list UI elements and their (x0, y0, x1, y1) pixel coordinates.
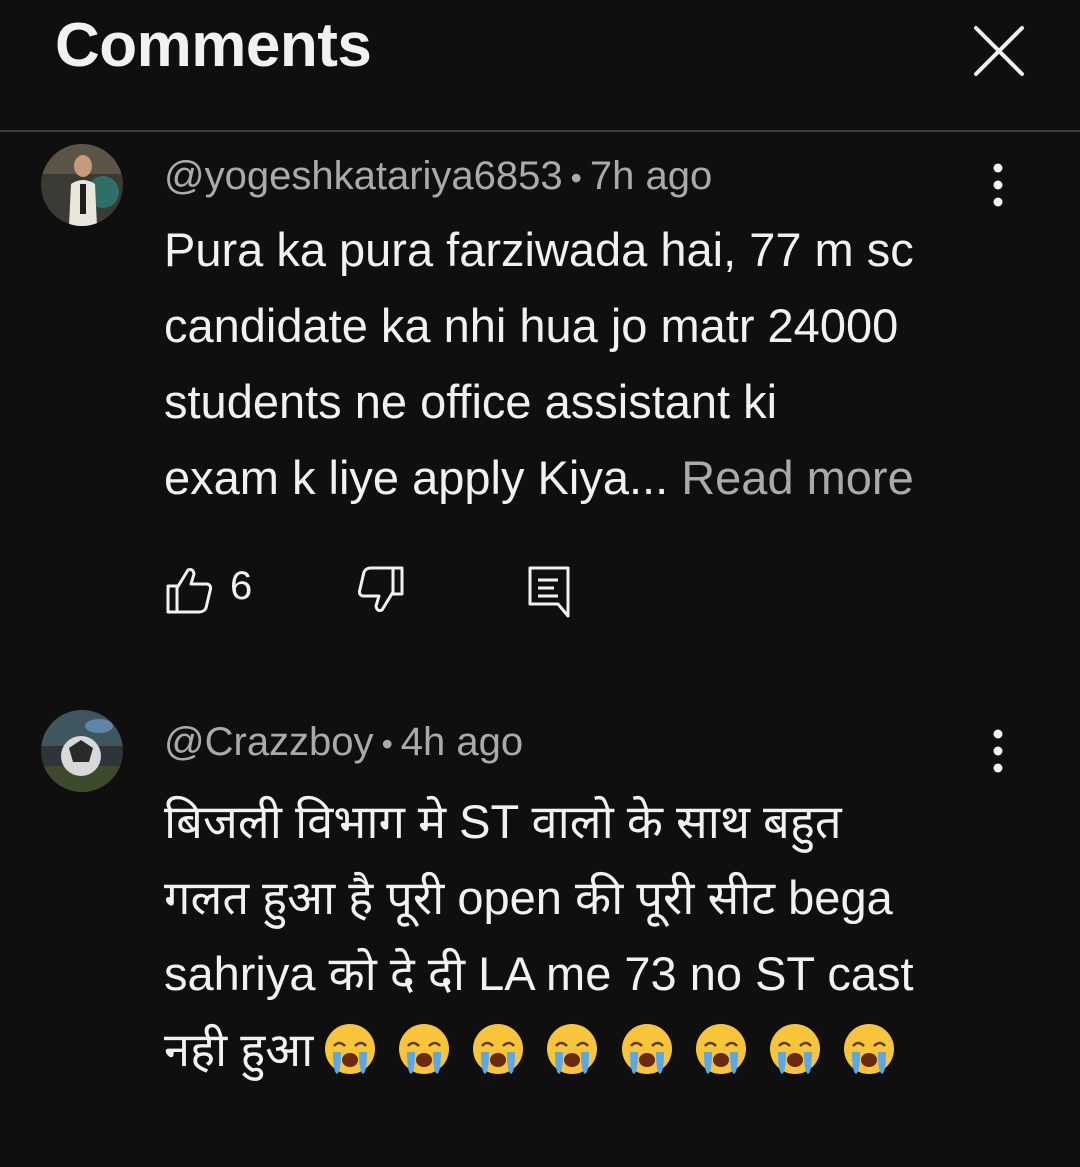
comment-line: गलत हुआ है पूरी open की पूरी सीट bega (164, 871, 893, 924)
crying-face-icon (621, 1024, 672, 1074)
comment-line: candidate ka nhi hua jo matr 24000 (164, 299, 899, 352)
comment-line: students ne office assistant ki (164, 375, 778, 428)
thumbs-up-icon (166, 568, 213, 614)
vertical-dots-icon (993, 163, 1003, 207)
close-button[interactable] (968, 20, 1030, 82)
close-icon (974, 26, 1024, 76)
crying-face-icon (769, 1024, 820, 1074)
like-count: 6 (230, 564, 253, 608)
comment-time: 7h ago (589, 154, 713, 198)
comment-line: sahriya को दे दी LA me 73 no ST cast (164, 947, 914, 1000)
meta-separator: • (570, 160, 582, 196)
comment-time: 4h ago (400, 720, 524, 764)
reply-icon (528, 566, 570, 618)
author-name[interactable]: @Crazzboy (164, 720, 374, 764)
crying-face-icon (695, 1024, 746, 1074)
vertical-dots-icon (993, 729, 1003, 773)
page-title: Comments (55, 11, 372, 80)
like-button[interactable]: 6 (164, 560, 274, 620)
crying-face-icon (325, 1024, 376, 1074)
comments-header: Comments (0, 0, 1080, 132)
more-options-button[interactable] (978, 154, 1018, 214)
author-name[interactable]: @yogeshkatariya6853 (164, 154, 563, 198)
crying-face-icon (399, 1024, 450, 1074)
dislike-button[interactable] (354, 560, 414, 620)
comment-line-last: नही हुआ 😭😭😭😭😭😭😭😭 (164, 1012, 1024, 1098)
more-options-button[interactable] (978, 720, 1018, 780)
avatar[interactable] (41, 710, 123, 792)
comment-meta: @Crazzboy • 4h ago (164, 720, 523, 765)
comment-text: बिजली विभाग मे ST वालो के साथ बहुत गलत ह… (164, 784, 1024, 1098)
read-more-link[interactable]: Read more (681, 451, 914, 504)
crying-face-icon (547, 1024, 598, 1074)
comment-meta: @yogeshkatariya6853 • 7h ago (164, 154, 712, 199)
comment-line-last: exam k liye apply Kiya... Read more (164, 440, 1024, 516)
thumbs-down-icon (357, 566, 404, 612)
comment-line-text: exam k liye apply Kiya... (164, 451, 669, 504)
avatar[interactable] (41, 144, 123, 226)
crying-face-icon (473, 1024, 524, 1074)
emoji-row: 😭😭😭😭😭😭😭😭 (323, 1022, 902, 1098)
comment-line: बिजली विभाग मे ST वालो के साथ बहुत (164, 795, 842, 848)
reply-button[interactable] (524, 560, 584, 620)
meta-separator: • (381, 726, 393, 762)
comment-line: Pura ka pura farziwada hai, 77 m sc (164, 223, 914, 276)
comment-text: Pura ka pura farziwada hai, 77 m sc cand… (164, 212, 1024, 516)
crying-face-icon (843, 1024, 894, 1074)
comment-line-text: नही हुआ (164, 1023, 314, 1076)
